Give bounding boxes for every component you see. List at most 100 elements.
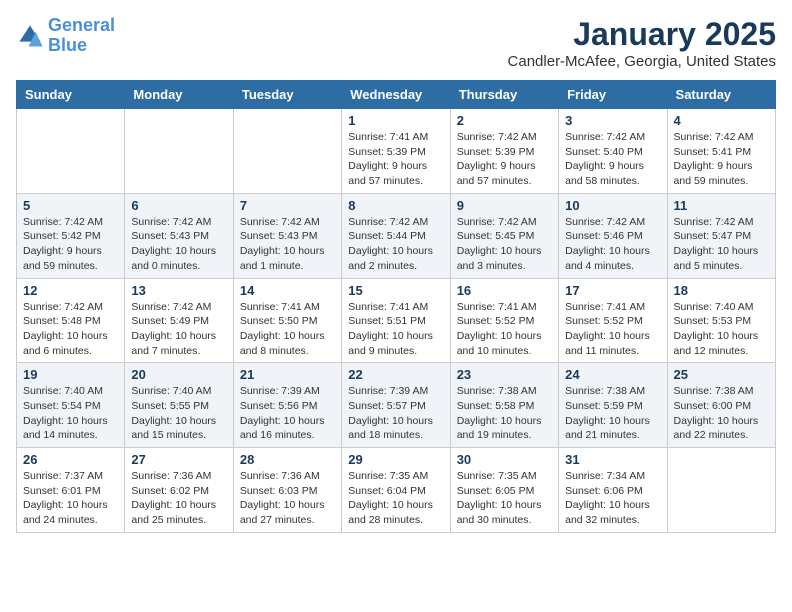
day-detail: Sunrise: 7:42 AMSunset: 5:40 PMDaylight:… [565,130,660,189]
day-cell: 17 Sunrise: 7:41 AMSunset: 5:52 PMDayligh… [559,278,667,363]
day-number: 26 [23,452,118,467]
day-number: 24 [565,367,660,382]
day-header-tuesday: Tuesday [233,81,341,109]
day-number: 20 [131,367,226,382]
day-number: 9 [457,198,552,213]
day-number: 27 [131,452,226,467]
day-detail: Sunrise: 7:36 AMSunset: 6:02 PMDaylight:… [131,469,226,528]
day-detail: Sunrise: 7:40 AMSunset: 5:54 PMDaylight:… [23,384,118,443]
calendar-subtitle: Candler-McAfee, Georgia, United States [508,53,776,70]
day-detail: Sunrise: 7:39 AMSunset: 5:56 PMDaylight:… [240,384,335,443]
day-number: 16 [457,283,552,298]
day-number: 19 [23,367,118,382]
day-detail: Sunrise: 7:42 AMSunset: 5:41 PMDaylight:… [674,130,769,189]
day-detail: Sunrise: 7:41 AMSunset: 5:51 PMDaylight:… [348,300,443,359]
day-number: 13 [131,283,226,298]
day-detail: Sunrise: 7:34 AMSunset: 6:06 PMDaylight:… [565,469,660,528]
day-cell: 19 Sunrise: 7:40 AMSunset: 5:54 PMDayligh… [17,363,125,448]
day-cell: 25 Sunrise: 7:38 AMSunset: 6:00 PMDayligh… [667,363,775,448]
day-cell: 8 Sunrise: 7:42 AMSunset: 5:44 PMDaylight… [342,193,450,278]
calendar-title: January 2025 [508,16,776,53]
day-cell [125,109,233,194]
day-cell: 2 Sunrise: 7:42 AMSunset: 5:39 PMDaylight… [450,109,558,194]
day-number: 29 [348,452,443,467]
day-detail: Sunrise: 7:42 AMSunset: 5:49 PMDaylight:… [131,300,226,359]
day-detail: Sunrise: 7:41 AMSunset: 5:39 PMDaylight:… [348,130,443,189]
day-number: 21 [240,367,335,382]
page-header: General Blue January 2025 Candler-McAfee… [16,16,776,70]
day-cell: 30Sunrise: 7:35 AMSunset: 6:05 PMDayligh… [450,448,558,533]
logo-text: General Blue [48,16,115,56]
day-number: 10 [565,198,660,213]
day-cell: 5 Sunrise: 7:42 AMSunset: 5:42 PMDaylight… [17,193,125,278]
day-detail: Sunrise: 7:41 AMSunset: 5:52 PMDaylight:… [457,300,552,359]
title-block: January 2025 Candler-McAfee, Georgia, Un… [508,16,776,70]
day-cell [17,109,125,194]
day-number: 12 [23,283,118,298]
day-cell [233,109,341,194]
day-cell: 13 Sunrise: 7:42 AMSunset: 5:49 PMDayligh… [125,278,233,363]
day-cell: 11Sunrise: 7:42 AMSunset: 5:47 PMDayligh… [667,193,775,278]
day-cell [667,448,775,533]
day-detail: Sunrise: 7:37 AMSunset: 6:01 PMDaylight:… [23,469,118,528]
day-detail: Sunrise: 7:38 AMSunset: 5:59 PMDaylight:… [565,384,660,443]
day-detail: Sunrise: 7:41 AMSunset: 5:50 PMDaylight:… [240,300,335,359]
day-cell: 21 Sunrise: 7:39 AMSunset: 5:56 PMDayligh… [233,363,341,448]
day-cell: 26 Sunrise: 7:37 AMSunset: 6:01 PMDayligh… [17,448,125,533]
logo-line1: General [48,15,115,35]
day-header-saturday: Saturday [667,81,775,109]
day-number: 17 [565,283,660,298]
calendar-table: SundayMondayTuesdayWednesdayThursdayFrid… [16,80,776,533]
day-cell: 23 Sunrise: 7:38 AMSunset: 5:58 PMDayligh… [450,363,558,448]
day-number: 6 [131,198,226,213]
day-number: 2 [457,113,552,128]
day-detail: Sunrise: 7:42 AMSunset: 5:44 PMDaylight:… [348,215,443,274]
day-detail: Sunrise: 7:42 AMSunset: 5:42 PMDaylight:… [23,215,118,274]
week-row-1: 1 Sunrise: 7:41 AMSunset: 5:39 PMDaylight… [17,109,776,194]
day-detail: Sunrise: 7:42 AMSunset: 5:45 PMDaylight:… [457,215,552,274]
day-header-friday: Friday [559,81,667,109]
day-detail: Sunrise: 7:42 AMSunset: 5:43 PMDaylight:… [240,215,335,274]
day-detail: Sunrise: 7:42 AMSunset: 5:39 PMDaylight:… [457,130,552,189]
day-cell: 14Sunrise: 7:41 AMSunset: 5:50 PMDayligh… [233,278,341,363]
day-number: 7 [240,198,335,213]
day-detail: Sunrise: 7:41 AMSunset: 5:52 PMDaylight:… [565,300,660,359]
day-cell: 12Sunrise: 7:42 AMSunset: 5:48 PMDayligh… [17,278,125,363]
day-number: 3 [565,113,660,128]
day-cell: 7 Sunrise: 7:42 AMSunset: 5:43 PMDaylight… [233,193,341,278]
day-number: 22 [348,367,443,382]
header-row: SundayMondayTuesdayWednesdayThursdayFrid… [17,81,776,109]
day-number: 11 [674,198,769,213]
day-detail: Sunrise: 7:36 AMSunset: 6:03 PMDaylight:… [240,469,335,528]
day-cell: 28 Sunrise: 7:36 AMSunset: 6:03 PMDayligh… [233,448,341,533]
day-detail: Sunrise: 7:40 AMSunset: 5:53 PMDaylight:… [674,300,769,359]
day-detail: Sunrise: 7:42 AMSunset: 5:46 PMDaylight:… [565,215,660,274]
day-cell: 4 Sunrise: 7:42 AMSunset: 5:41 PMDaylight… [667,109,775,194]
day-detail: Sunrise: 7:35 AMSunset: 6:04 PMDaylight:… [348,469,443,528]
week-row-3: 12Sunrise: 7:42 AMSunset: 5:48 PMDayligh… [17,278,776,363]
day-header-wednesday: Wednesday [342,81,450,109]
day-number: 25 [674,367,769,382]
day-number: 30 [457,452,552,467]
day-cell: 18 Sunrise: 7:40 AMSunset: 5:53 PMDayligh… [667,278,775,363]
day-cell: 22 Sunrise: 7:39 AMSunset: 5:57 PMDayligh… [342,363,450,448]
day-cell: 1 Sunrise: 7:41 AMSunset: 5:39 PMDaylight… [342,109,450,194]
day-number: 5 [23,198,118,213]
day-cell: 20Sunrise: 7:40 AMSunset: 5:55 PMDayligh… [125,363,233,448]
day-number: 1 [348,113,443,128]
day-detail: Sunrise: 7:38 AMSunset: 5:58 PMDaylight:… [457,384,552,443]
day-header-sunday: Sunday [17,81,125,109]
day-number: 23 [457,367,552,382]
day-number: 18 [674,283,769,298]
day-number: 4 [674,113,769,128]
day-detail: Sunrise: 7:42 AMSunset: 5:43 PMDaylight:… [131,215,226,274]
day-number: 28 [240,452,335,467]
logo-icon [16,22,44,50]
day-cell: 31Sunrise: 7:34 AMSunset: 6:06 PMDayligh… [559,448,667,533]
day-cell: 27 Sunrise: 7:36 AMSunset: 6:02 PMDayligh… [125,448,233,533]
day-detail: Sunrise: 7:39 AMSunset: 5:57 PMDaylight:… [348,384,443,443]
day-detail: Sunrise: 7:38 AMSunset: 6:00 PMDaylight:… [674,384,769,443]
week-row-5: 26 Sunrise: 7:37 AMSunset: 6:01 PMDayligh… [17,448,776,533]
logo-line2: Blue [48,35,87,55]
day-number: 8 [348,198,443,213]
